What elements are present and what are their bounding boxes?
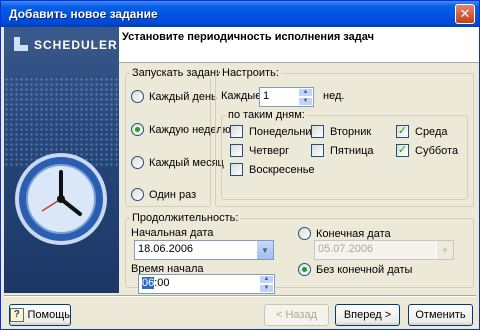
duration-group: Продолжительность: Начальная дата 18.06.… <box>125 212 474 294</box>
radio-no-end-date[interactable]: Без конечной даты <box>298 263 412 276</box>
check-wednesday-label: Среда <box>415 125 448 138</box>
settings-group: Настроить: Каждые 1 ▲ ▼ нед. по таким дн… <box>215 67 474 207</box>
check-friday-box[interactable] <box>311 144 324 157</box>
check-friday[interactable]: Пятница <box>311 144 374 157</box>
end-date-value: 05.07.2006 <box>318 243 374 255</box>
start-time-hours: 06 <box>142 277 155 289</box>
back-button-label: < Назад <box>276 309 317 321</box>
page-instruction: Установите периодичность исполнения зада… <box>122 31 374 43</box>
next-button-label: Вперед > <box>343 309 392 321</box>
time-up-icon[interactable]: ▲ <box>259 275 274 284</box>
logo-text: SCHEDULER <box>34 38 118 52</box>
start-date-picker[interactable]: 18.06.2006 ▼ <box>134 240 274 260</box>
check-monday-label: Понедельник <box>249 125 317 138</box>
check-tuesday-box[interactable] <box>311 125 324 138</box>
check-thursday[interactable]: Четверг <box>230 144 289 157</box>
run-group: Запускать задание: Каждый день Каждую не… <box>125 67 234 207</box>
start-time-input[interactable]: 06:00 ▲ ▼ <box>138 274 275 294</box>
start-time-rest: :00 <box>154 277 170 289</box>
brand-panel: SCHEDULER <box>4 27 119 293</box>
start-date-label: Начальная дата <box>131 227 214 239</box>
logo-mark-icon <box>14 37 28 51</box>
end-date-picker[interactable]: 05.07.2006 ▼ <box>314 240 454 260</box>
radio-every-week-indicator[interactable] <box>131 123 144 136</box>
check-sunday-label: Воскресенье <box>249 163 315 176</box>
spin-down-icon[interactable]: ▼ <box>298 97 313 106</box>
radio-once[interactable]: Один раз <box>131 188 196 201</box>
check-wednesday-box[interactable]: ✓ <box>396 125 409 138</box>
check-tuesday[interactable]: Вторник <box>311 125 371 138</box>
start-time-spinner[interactable]: ▲ ▼ <box>259 275 274 293</box>
radio-end-date-label: Конечная дата <box>316 227 391 240</box>
spin-up-icon[interactable]: ▲ <box>298 88 313 97</box>
settings-group-label: Настроить: <box>220 67 281 79</box>
radio-end-date-indicator[interactable] <box>298 227 311 240</box>
duration-group-label: Продолжительность: <box>130 212 241 224</box>
radio-every-month[interactable]: Каждый месяц <box>131 156 224 169</box>
time-down-icon[interactable]: ▼ <box>259 284 274 293</box>
check-wednesday[interactable]: ✓ Среда <box>396 125 447 138</box>
help-button-label: Помощь <box>27 309 71 321</box>
close-icon: ✕ <box>459 6 471 21</box>
radio-every-month-label: Каждый месяц <box>149 156 224 169</box>
days-group: по таким дням: Понедельник Вторник ✓ Сре… <box>221 109 468 200</box>
header-panel: Установите периодичность исполнения зада… <box>119 27 479 63</box>
check-monday-box[interactable] <box>230 125 243 138</box>
footer-divider <box>4 295 476 297</box>
scheduler-logo: SCHEDULER <box>14 37 118 52</box>
check-friday-label: Пятница <box>330 144 374 157</box>
end-date-dropdown-icon[interactable]: ▼ <box>436 241 453 259</box>
radio-end-date[interactable]: Конечная дата <box>298 227 391 240</box>
radio-no-end-date-label: Без конечной даты <box>316 263 413 276</box>
radio-once-indicator[interactable] <box>131 188 144 201</box>
radio-every-day-label: Каждый день <box>149 90 217 103</box>
close-button[interactable]: ✕ <box>455 4 475 24</box>
window-title: Добавить новое задание <box>9 7 158 21</box>
check-monday[interactable]: Понедельник <box>230 125 316 138</box>
start-date-dropdown-icon[interactable]: ▼ <box>256 241 273 259</box>
check-saturday[interactable]: ✓ Суббота <box>396 144 458 157</box>
dialog-window: Добавить новое задание ✕ SCHEDULER Устан… <box>0 0 480 330</box>
radio-no-end-date-indicator[interactable] <box>298 263 311 276</box>
cancel-button-label: Отменить <box>415 309 466 321</box>
check-sunday-box[interactable] <box>230 163 243 176</box>
check-saturday-label: Суббота <box>415 144 459 157</box>
days-group-label: по таким дням: <box>226 109 307 121</box>
check-thursday-label: Четверг <box>249 144 290 157</box>
help-button[interactable]: ? Помощь <box>9 304 71 326</box>
radio-once-label: Один раз <box>149 188 197 201</box>
every-label: Каждые <box>221 90 262 102</box>
check-sunday[interactable]: Воскресенье <box>230 163 315 176</box>
every-weeks-value: 1 <box>263 90 270 102</box>
help-icon: ? <box>10 308 24 322</box>
radio-every-day[interactable]: Каждый день <box>131 90 217 103</box>
back-button[interactable]: < Назад <box>264 304 329 326</box>
clock-icon <box>15 153 107 245</box>
weeks-unit-label: нед. <box>323 90 345 102</box>
check-saturday-box[interactable]: ✓ <box>396 144 409 157</box>
every-weeks-spinner[interactable]: ▲ ▼ <box>298 88 313 106</box>
check-tuesday-label: Вторник <box>330 125 372 138</box>
start-date-value: 18.06.2006 <box>138 243 194 255</box>
radio-every-month-indicator[interactable] <box>131 156 144 169</box>
next-button[interactable]: Вперед > <box>335 304 400 326</box>
title-bar[interactable]: Добавить новое задание ✕ <box>1 1 479 27</box>
every-weeks-input[interactable]: 1 ▲ ▼ <box>259 87 314 107</box>
radio-every-day-indicator[interactable] <box>131 90 144 103</box>
cancel-button[interactable]: Отменить <box>408 304 473 326</box>
check-thursday-box[interactable] <box>230 144 243 157</box>
